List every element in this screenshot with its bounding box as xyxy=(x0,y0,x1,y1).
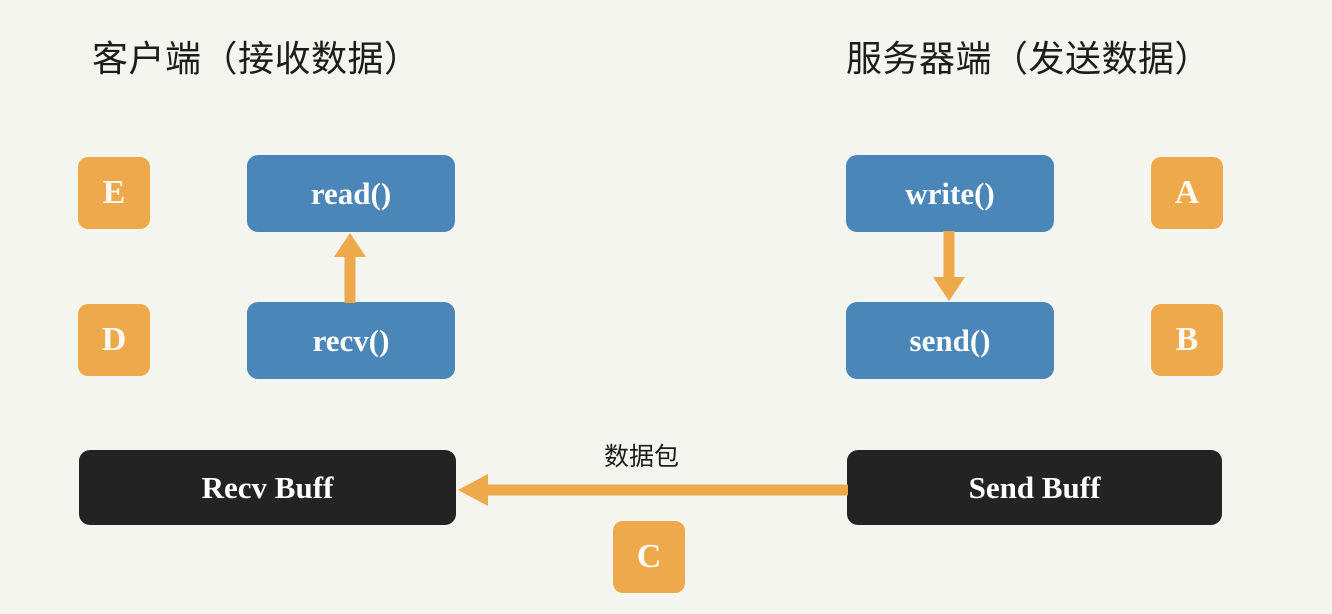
function-box-read: read() xyxy=(247,155,455,232)
badge-c: C xyxy=(613,521,685,593)
function-box-send: send() xyxy=(846,302,1054,379)
badge-d: D xyxy=(78,304,150,376)
down-arrow-icon xyxy=(933,231,965,301)
server-title: 服务器端（发送数据） xyxy=(846,39,1212,80)
diagram-canvas: 客户端（接收数据） 服务器端（发送数据） E D A B C read() re… xyxy=(0,0,1332,614)
buffer-box-send: Send Buff xyxy=(847,450,1222,525)
left-arrow-icon xyxy=(458,474,848,506)
function-box-write: write() xyxy=(846,155,1054,232)
client-title: 客户端（接收数据） xyxy=(92,39,421,80)
buffer-box-recv: Recv Buff xyxy=(79,450,456,525)
up-arrow-icon xyxy=(334,233,366,303)
function-box-recv: recv() xyxy=(247,302,455,379)
badge-a: A xyxy=(1151,157,1223,229)
packet-label: 数据包 xyxy=(604,442,680,471)
badge-b: B xyxy=(1151,304,1223,376)
badge-e: E xyxy=(78,157,150,229)
